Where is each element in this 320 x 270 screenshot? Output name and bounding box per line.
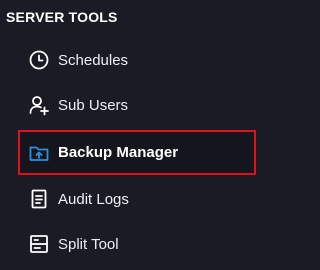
sidebar-item-split-tool[interactable]: Split Tool: [18, 223, 256, 265]
sidebar-item-backup-manager[interactable]: Backup Manager: [18, 130, 256, 175]
user-add-icon: [28, 94, 50, 116]
sidebar-item-label: Schedules: [58, 51, 129, 69]
folder-upload-icon: [28, 142, 50, 164]
sidebar-item-schedules[interactable]: Schedules: [18, 39, 256, 81]
document-icon: [28, 188, 50, 210]
sidebar-item-audit-logs[interactable]: Audit Logs: [18, 178, 256, 220]
server-tools-nav: Schedules Sub Users Backup Manager Audit…: [0, 0, 269, 270]
sidebar-item-sub-users[interactable]: Sub Users: [18, 84, 256, 126]
sidebar-item-label: Backup Manager: [58, 144, 179, 161]
clock-icon: [28, 49, 50, 71]
split-icon: [28, 233, 50, 255]
sidebar-item-label: Sub Users: [58, 96, 129, 114]
sidebar-item-label: Audit Logs: [58, 190, 129, 208]
sidebar-item-label: Split Tool: [58, 235, 119, 253]
